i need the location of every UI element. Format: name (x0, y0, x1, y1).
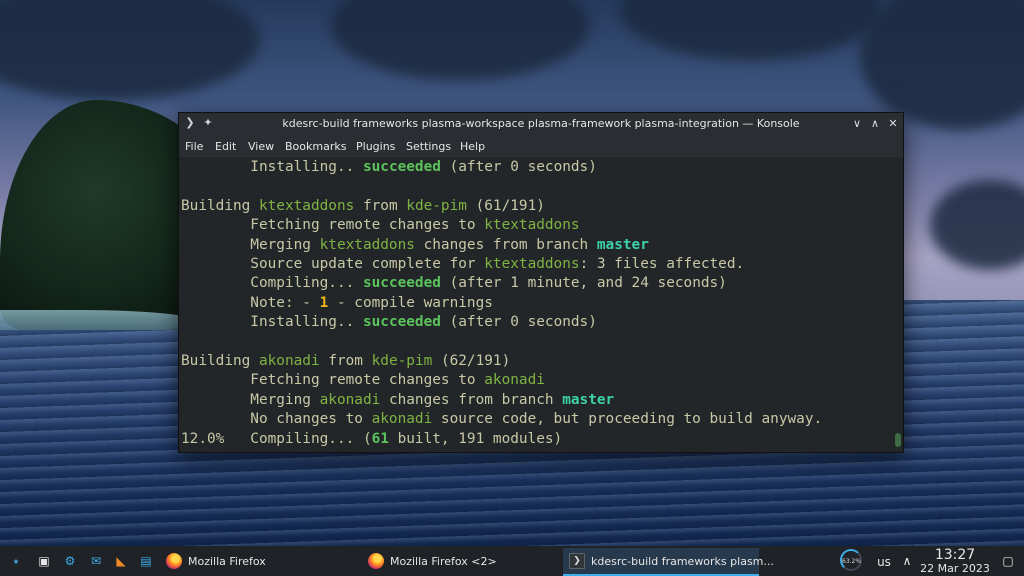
terminal-line: Merging akonadi changes from branch mast… (181, 391, 615, 408)
terminal-scrollbar[interactable] (893, 157, 901, 452)
window-titlebar[interactable]: ❯ ✦ kdesrc-build frameworks plasma-works… (179, 113, 903, 135)
rss-icon[interactable]: ◣ (113, 553, 129, 569)
terminal-output[interactable]: Installing.. succeeded (after 0 seconds)… (179, 157, 893, 452)
konsole-app-icon[interactable]: ❯ (183, 116, 197, 130)
terminal-line: Installing.. succeeded (after 0 seconds) (181, 159, 597, 175)
file-manager-icon[interactable]: ▤ (138, 553, 154, 569)
task-label: kdesrc-build frameworks plasm... (591, 555, 774, 568)
close-button[interactable]: ✕ (885, 116, 901, 132)
terminal-line: 12.0% Compiling... (61 built, 191 module… (181, 430, 563, 447)
menu-plugins[interactable]: Plugins (356, 140, 395, 153)
terminal-line: Building ktextaddons from kde-pim (61/19… (181, 197, 545, 214)
menu-file[interactable]: File (185, 140, 203, 153)
task-label: Mozilla Firefox (188, 555, 266, 568)
window-title: kdesrc-build frameworks plasma-workspace… (282, 117, 800, 130)
show-desktop-icon[interactable]: ▢ (1000, 553, 1016, 569)
firefox-icon (166, 553, 182, 569)
konsole-icon: ❯ (569, 553, 585, 569)
task-firefox-2[interactable]: Mozilla Firefox <2> (362, 548, 558, 574)
terminal-line: Source update complete for ktextaddons: … (181, 256, 745, 272)
pin-icon[interactable]: ✦ (201, 116, 215, 130)
menu-edit[interactable]: Edit (215, 140, 236, 153)
tray-expand-icon[interactable]: ∧ (899, 553, 915, 569)
minimize-button[interactable]: ∨ (849, 116, 865, 132)
terminal-launcher-icon[interactable]: ▣ (36, 553, 52, 569)
keyboard-layout-indicator[interactable]: us (874, 554, 894, 570)
menu-view[interactable]: View (248, 140, 274, 153)
task-konsole[interactable]: ❯ kdesrc-build frameworks plasm... (563, 548, 774, 576)
konsole-window[interactable]: ❯ ✦ kdesrc-build frameworks plasma-works… (178, 112, 904, 453)
terminal-line: Merging ktextaddons changes from branch … (181, 236, 649, 253)
menu-bookmarks[interactable]: Bookmarks (285, 140, 346, 153)
scrollbar-thumb[interactable] (895, 433, 901, 447)
maximize-button[interactable]: ∧ (867, 116, 883, 132)
menubar: File Edit View Bookmarks Plugins Setting… (179, 135, 903, 157)
digital-clock[interactable]: 13:27 22 Mar 2023 (918, 547, 992, 575)
terminal-line: Fetching remote changes to ktextaddons (181, 217, 580, 234)
menu-settings[interactable]: Settings (406, 140, 451, 153)
task-label: Mozilla Firefox <2> (390, 555, 497, 568)
firefox-icon (368, 553, 384, 569)
menu-help[interactable]: Help (460, 140, 485, 153)
terminal-line: No changes to akonadi source code, but p… (181, 411, 823, 428)
mail-icon[interactable]: ✉ (88, 553, 104, 569)
terminal-line: Compiling... succeeded (after 1 minute, … (181, 275, 727, 292)
taskbar: ⭑ ▣ ⚙ ✉ ◣ ▤ Mozilla Firefox Mozilla Fire… (0, 546, 1024, 576)
terminal-line: Fetching remote changes to akonadi (181, 372, 545, 389)
app-launcher-icon[interactable]: ⭑ (8, 553, 24, 569)
clock-time: 13:27 (934, 547, 976, 563)
task-firefox-1[interactable]: Mozilla Firefox (160, 548, 356, 574)
system-settings-icon[interactable]: ⚙ (62, 553, 78, 569)
cpu-gauge[interactable]: 63.2% (840, 549, 862, 571)
terminal-line: Note: - 1 - compile warnings (181, 294, 493, 311)
clock-date: 22 Mar 2023 (920, 562, 990, 575)
terminal-line: Building akonadi from kde-pim (62/191) (181, 353, 511, 369)
terminal-line: Installing.. succeeded (after 0 seconds) (181, 314, 597, 331)
